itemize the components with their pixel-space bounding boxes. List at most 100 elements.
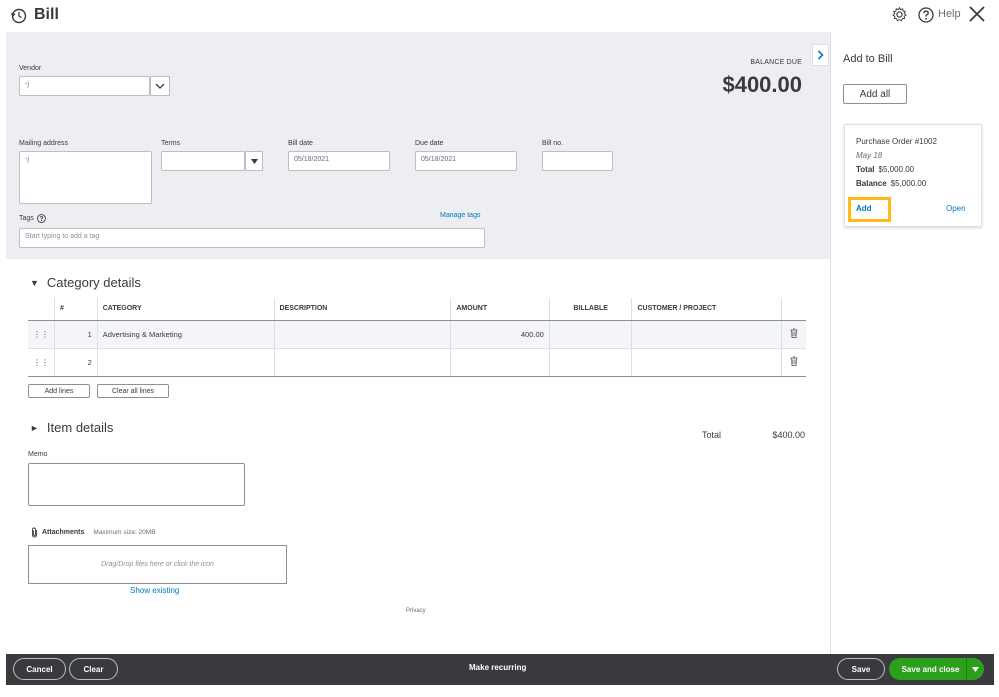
trash-icon xyxy=(790,356,798,366)
purchase-order-date: May 18 xyxy=(856,151,883,160)
po-balance-value: $5,000.00 xyxy=(890,179,927,188)
save-options-dropdown[interactable] xyxy=(966,658,984,680)
bill-window: Bill Help Vendor -j BALANCE DUE $400.00 … xyxy=(0,0,999,697)
caret-down-icon xyxy=(250,158,258,164)
terms-select[interactable] xyxy=(161,151,245,171)
customer-project-cell[interactable] xyxy=(631,320,782,349)
amount-cell[interactable] xyxy=(450,348,550,377)
close-icon[interactable] xyxy=(968,5,986,23)
open-purchase-order-link[interactable]: Open xyxy=(946,204,966,213)
tags-input[interactable]: Start typing to add a tag xyxy=(19,228,485,248)
total-label: Total xyxy=(702,430,722,440)
billable-cell[interactable] xyxy=(548,348,632,377)
billable-cell[interactable] xyxy=(548,320,632,349)
category-details-title: Category details xyxy=(46,275,141,290)
drag-handle-icon[interactable]: ⋮⋮ xyxy=(28,320,55,349)
grip-column-header xyxy=(28,298,55,321)
tags-label: Tags xyxy=(19,215,34,222)
description-cell[interactable] xyxy=(273,348,451,377)
show-existing-link[interactable]: Show existing xyxy=(130,586,179,595)
delete-column-header xyxy=(780,298,806,321)
add-lines-button[interactable]: Add lines xyxy=(28,384,90,398)
gear-icon[interactable] xyxy=(891,6,908,23)
table-row[interactable]: ⋮⋮ 2 xyxy=(28,348,806,377)
memo-textarea[interactable] xyxy=(28,463,245,506)
customer-project-cell[interactable] xyxy=(631,348,782,377)
save-and-close-split-button: Save and close xyxy=(889,658,984,680)
header-bar: Bill Help xyxy=(0,0,999,32)
po-total-value: $5,000.00 xyxy=(878,165,915,174)
tags-label-group: Tags xyxy=(19,214,46,223)
purchase-order-total: Total $5,000.00 xyxy=(856,165,914,174)
attachments-max-size: Maximum size: 20MB xyxy=(93,529,156,536)
description-cell[interactable] xyxy=(273,320,451,349)
caret-down-icon xyxy=(972,666,979,672)
privacy-link[interactable]: Privacy xyxy=(406,608,426,614)
column-header-category: CATEGORY xyxy=(96,298,275,321)
item-details-toggle[interactable]: ► Item details xyxy=(30,420,113,435)
page-title: Bill xyxy=(34,6,59,23)
column-header-customer-project: CUSTOMER / PROJECT xyxy=(631,298,782,321)
po-balance-label: Balance xyxy=(856,179,887,188)
make-recurring-link[interactable]: Make recurring xyxy=(469,663,526,672)
column-header-number: # xyxy=(54,298,98,321)
help-icon[interactable] xyxy=(918,7,934,23)
column-header-billable: BILLABLE xyxy=(548,298,632,321)
help-link[interactable]: Help xyxy=(938,8,961,20)
terms-label: Terms xyxy=(161,140,181,147)
table-row[interactable]: ⋮⋮ 1 Advertising & Marketing 400.00 xyxy=(28,320,806,349)
chevron-down-icon xyxy=(155,83,165,89)
save-button[interactable]: Save xyxy=(837,658,885,680)
po-total-label: Total xyxy=(856,165,875,174)
bill-date-input[interactable]: 05/18/2021 xyxy=(288,151,390,171)
delete-row-button[interactable] xyxy=(780,348,806,377)
save-and-close-button[interactable]: Save and close xyxy=(889,665,966,674)
bill-date-label: Bill date xyxy=(288,140,313,147)
clear-all-lines-button[interactable]: Clear all lines xyxy=(97,384,169,398)
attachment-dropzone[interactable]: Drag/Drop files here or click the icon xyxy=(28,545,287,584)
clear-button[interactable]: Clear xyxy=(69,658,118,680)
collapse-side-panel-button[interactable] xyxy=(812,44,829,66)
drag-handle-icon[interactable]: ⋮⋮ xyxy=(28,348,55,377)
terms-dropdown-button[interactable] xyxy=(245,151,263,171)
bill-no-label: Bill no. xyxy=(542,140,564,147)
caret-right-icon: ► xyxy=(30,422,39,433)
memo-label: Memo xyxy=(28,451,48,458)
row-number: 2 xyxy=(54,348,98,377)
balance-due-amount: $400.00 xyxy=(722,72,802,97)
chevron-right-icon xyxy=(817,50,824,60)
trash-icon xyxy=(790,328,798,338)
mailing-address-textarea[interactable]: -j xyxy=(19,151,152,204)
category-cell[interactable] xyxy=(96,348,275,377)
add-purchase-order-link[interactable]: Add xyxy=(856,204,872,213)
attachments-header: Attachments Maximum size: 20MB xyxy=(30,527,156,538)
manage-tags-link[interactable]: Manage tags xyxy=(440,212,480,219)
delete-row-button[interactable] xyxy=(780,320,806,349)
bill-no-input[interactable] xyxy=(542,151,613,171)
table-header-row: # CATEGORY DESCRIPTION AMOUNT BILLABLE C… xyxy=(28,298,806,321)
paperclip-icon[interactable] xyxy=(30,527,39,538)
row-number: 1 xyxy=(54,320,98,349)
caret-down-icon: ▼ xyxy=(30,277,39,288)
add-all-button[interactable]: Add all xyxy=(843,84,907,104)
item-details-title: Item details xyxy=(46,420,114,435)
category-details-toggle[interactable]: ▼ Category details xyxy=(30,275,141,290)
add-to-bill-title: Add to Bill xyxy=(843,53,893,65)
vendor-select[interactable]: -j xyxy=(19,76,150,96)
due-date-label: Due date xyxy=(415,140,444,147)
amount-cell[interactable]: 400.00 xyxy=(450,320,550,349)
total-amount: $400.00 xyxy=(772,430,805,440)
vendor-label: Vendor xyxy=(19,65,42,72)
purchase-order-title: Purchase Order #1002 xyxy=(856,137,937,146)
column-header-amount: AMOUNT xyxy=(450,298,550,321)
category-details-table: # CATEGORY DESCRIPTION AMOUNT BILLABLE C… xyxy=(28,298,806,377)
category-cell[interactable]: Advertising & Marketing xyxy=(96,320,275,349)
info-icon[interactable] xyxy=(36,214,46,223)
recent-transactions-icon[interactable] xyxy=(10,7,28,25)
due-date-input[interactable]: 05/18/2021 xyxy=(415,151,517,171)
mailing-address-label: Mailing address xyxy=(19,140,69,147)
purchase-order-balance: Balance $5,000.00 xyxy=(856,179,926,188)
vendor-dropdown-button[interactable] xyxy=(150,76,170,96)
cancel-button[interactable]: Cancel xyxy=(13,658,66,680)
column-header-description: DESCRIPTION xyxy=(273,298,451,321)
